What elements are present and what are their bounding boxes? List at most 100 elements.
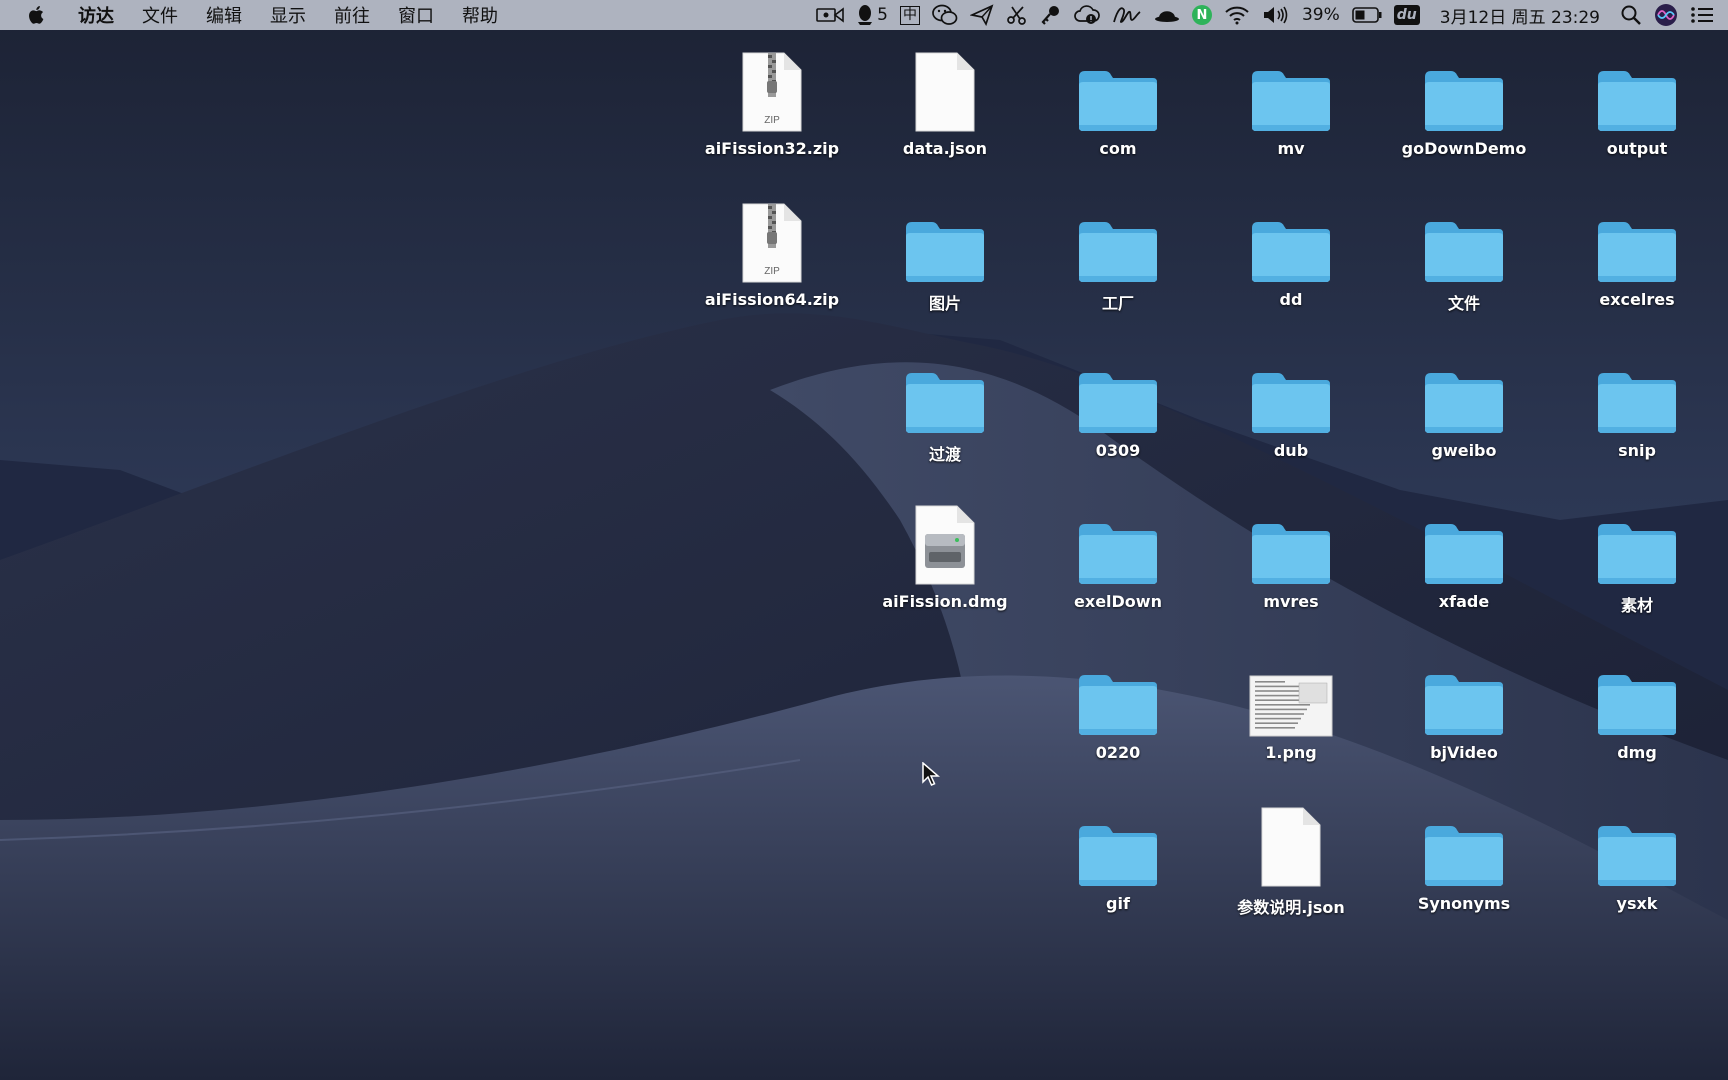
desktop-item-folder[interactable]: exelDown [1032, 498, 1204, 638]
menu-window[interactable]: 窗口 [398, 2, 434, 28]
desktop-item-label: gif [1106, 894, 1130, 913]
menubar-clock[interactable]: 3月12日 周五 23:29 [1440, 0, 1600, 30]
input-method-icon[interactable]: 中 [899, 0, 920, 30]
menu-bar: 访达 文件 编辑 显示 前往 窗口 帮助 5 中 N 39% du 3月12日 … [0, 0, 1728, 30]
key-icon[interactable] [1040, 0, 1062, 30]
desktop-item-folder[interactable]: Synonyms [1378, 800, 1550, 940]
desktop-item-label: aiFission64.zip [704, 290, 840, 309]
folder-icon [1414, 45, 1514, 133]
battery-icon[interactable] [1351, 0, 1382, 30]
mouse-cursor-icon [922, 762, 940, 786]
desktop-item-image[interactable]: 1.png [1205, 649, 1377, 789]
zip-badge: ZIP [764, 115, 780, 126]
desktop-item-folder[interactable]: 0309 [1032, 347, 1204, 487]
desktop-item-folder[interactable]: dmg [1551, 649, 1723, 789]
menu-go[interactable]: 前往 [334, 2, 370, 28]
zip-file-icon: ZIP [722, 196, 822, 284]
desktop-item-label: 0309 [1095, 441, 1141, 460]
wifi-icon[interactable] [1224, 0, 1250, 30]
desktop-item-label: 图片 [928, 294, 961, 313]
desktop-item-folder[interactable]: bjVideo [1378, 649, 1550, 789]
screen-record-icon[interactable] [816, 0, 844, 30]
desktop-item-label: com [1099, 139, 1137, 158]
evernote-icon[interactable]: N [1191, 0, 1212, 30]
desktop-item-label: snip [1618, 441, 1656, 460]
desktop-item-folder[interactable]: excelres [1551, 196, 1723, 336]
qq-icon[interactable]: 5 [856, 0, 888, 30]
cloud-sync-icon[interactable] [1074, 0, 1100, 30]
desktop-item-label: gweibo [1431, 441, 1497, 460]
menu-finder[interactable]: 访达 [78, 2, 114, 28]
desktop-item-label: 文件 [1447, 294, 1480, 313]
desktop-item-folder[interactable]: xfade [1378, 498, 1550, 638]
apple-menu-icon[interactable] [26, 4, 48, 26]
desktop-item-folder[interactable]: 文件 [1378, 196, 1550, 336]
desktop-item-file[interactable]: data.json [859, 45, 1031, 185]
desktop-item-folder[interactable]: mvres [1205, 498, 1377, 638]
desktop-item-zip[interactable]: ZIP aiFission64.zip [686, 196, 858, 336]
folder-icon [1587, 196, 1687, 284]
desktop-item-folder[interactable]: snip [1551, 347, 1723, 487]
desktop-item-label: bjVideo [1430, 743, 1498, 762]
desktop-item-folder[interactable]: 图片 [859, 196, 1031, 336]
desktop-item-folder[interactable]: gif [1032, 800, 1204, 940]
desktop-item-label: 过渡 [928, 445, 961, 464]
folder-icon [895, 196, 995, 284]
desktop-item-label: aiFission.dmg [882, 592, 1008, 611]
folder-icon [1587, 45, 1687, 133]
desktop-item-folder[interactable]: dd [1205, 196, 1377, 336]
desktop-item-file[interactable]: 参数说明.json [1205, 800, 1377, 940]
menu-file[interactable]: 文件 [142, 2, 178, 28]
desktop-item-zip[interactable]: ZIP aiFission32.zip [686, 45, 858, 185]
desktop-item-label: 参数说明.json [1237, 898, 1345, 917]
signature-icon[interactable] [1112, 0, 1142, 30]
baidu-icon[interactable]: du [1393, 0, 1420, 30]
wechat-icon[interactable] [932, 0, 958, 30]
desktop-item-label: xfade [1438, 592, 1490, 611]
send-plane-icon[interactable] [969, 0, 994, 30]
desktop-item-folder[interactable]: com [1032, 45, 1204, 185]
desktop-item-label: ysxk [1616, 894, 1658, 913]
desktop-item-folder[interactable]: 素材 [1551, 498, 1723, 638]
folder-icon [1414, 347, 1514, 435]
folder-icon [1587, 649, 1687, 737]
folder-icon [895, 347, 995, 435]
desktop-item-folder[interactable]: output [1551, 45, 1723, 185]
folder-icon [1068, 347, 1168, 435]
desktop-item-label: data.json [902, 139, 988, 158]
folder-icon [1587, 800, 1687, 888]
desktop-item-label: dmg [1617, 743, 1657, 762]
desktop-item-label: dub [1273, 441, 1309, 460]
desktop-item-folder[interactable]: ysxk [1551, 800, 1723, 940]
notification-center-icon[interactable] [1690, 0, 1714, 30]
desktop-item-folder[interactable]: mv [1205, 45, 1377, 185]
status-area: 5 中 N 39% du 3月12日 周五 23:29 [810, 0, 1728, 30]
volume-icon[interactable] [1262, 0, 1290, 30]
desktop-item-folder[interactable]: goDownDemo [1378, 45, 1550, 185]
desktop-item-label: output [1606, 139, 1668, 158]
scissors-icon[interactable] [1006, 0, 1028, 30]
desktop-item-folder[interactable]: dub [1205, 347, 1377, 487]
desktop-item-folder[interactable]: 工厂 [1032, 196, 1204, 336]
baidu-label: du [1393, 5, 1420, 25]
menu-view[interactable]: 显示 [270, 2, 306, 28]
siri-icon[interactable] [1654, 0, 1678, 30]
desktop-item-label: exelDown [1074, 592, 1162, 611]
desktop-item-folder[interactable]: 过渡 [859, 347, 1031, 487]
folder-icon [1587, 498, 1687, 586]
folder-icon [1414, 800, 1514, 888]
folder-icon [1068, 649, 1168, 737]
menu-help[interactable]: 帮助 [462, 2, 498, 28]
spotlight-search-icon[interactable] [1620, 0, 1642, 30]
folder-icon [1241, 45, 1341, 133]
hat-icon[interactable] [1154, 0, 1180, 30]
desktop-item-folder[interactable]: 0220 [1032, 649, 1204, 789]
desktop-item-label: excelres [1599, 290, 1675, 309]
folder-icon [1068, 196, 1168, 284]
desktop-item-dmg[interactable]: aiFission.dmg [859, 498, 1031, 638]
desktop-item-label: 素材 [1620, 596, 1653, 615]
folder-icon [1241, 196, 1341, 284]
desktop-item-folder[interactable]: gweibo [1378, 347, 1550, 487]
menu-edit[interactable]: 编辑 [206, 2, 242, 28]
folder-icon [1414, 649, 1514, 737]
